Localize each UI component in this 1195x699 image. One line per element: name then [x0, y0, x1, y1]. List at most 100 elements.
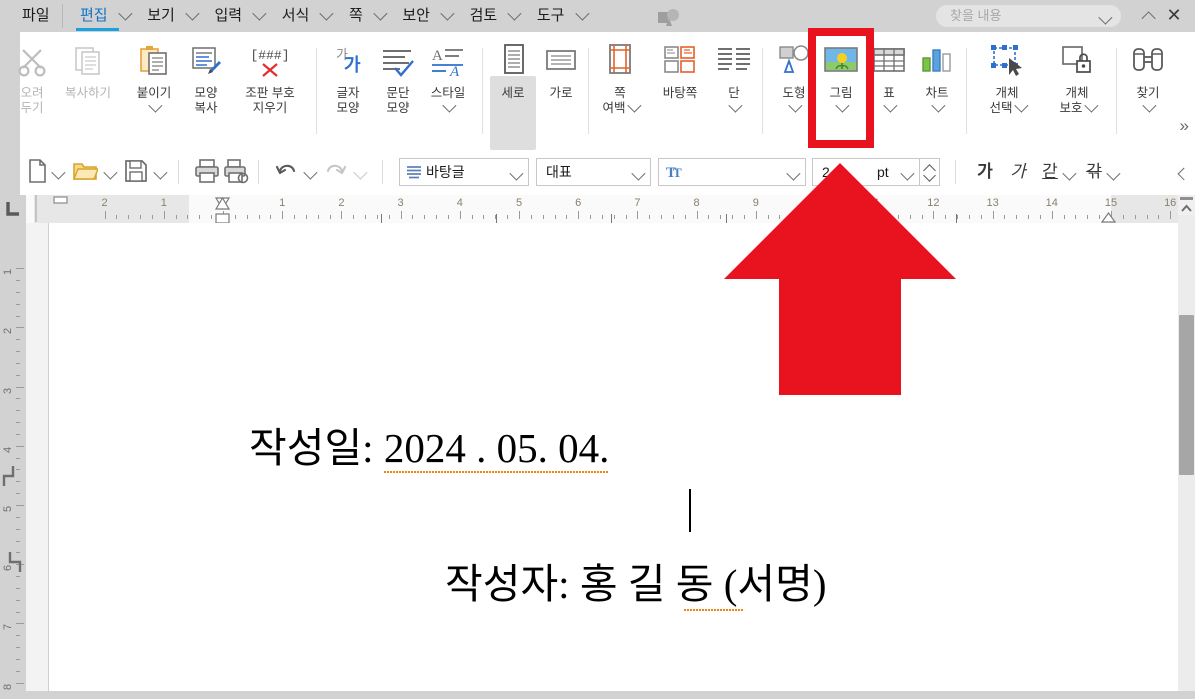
- font-size-combo[interactable]: 2 pt: [812, 158, 920, 186]
- chevron-down-icon[interactable]: [509, 166, 524, 185]
- object-protect-button[interactable]: 개체 보호: [1048, 38, 1106, 144]
- vertical-ruler-margin-markers[interactable]: [0, 223, 26, 699]
- ribbon-collapse-icon[interactable]: [1141, 9, 1156, 27]
- menu-item-view[interactable]: 보기: [139, 0, 202, 32]
- print-button[interactable]: [194, 158, 220, 186]
- page-margin-label: 쪽: [614, 86, 626, 100]
- font-TT-icon: T T: [666, 163, 684, 186]
- chevron-down-icon[interactable]: [708, 98, 760, 116]
- toolbar2-overflow-icon[interactable]: [1174, 167, 1191, 181]
- paragraph-style-combo[interactable]: 바탕글: [399, 158, 529, 186]
- ribbon-group-divider: [1116, 48, 1117, 134]
- open-file-caret[interactable]: [103, 165, 118, 194]
- chevron-down-icon[interactable]: [1124, 98, 1172, 116]
- undo-caret[interactable]: [303, 165, 318, 194]
- chevron-down-icon[interactable]: [768, 98, 820, 116]
- ribbon-group-divider: [966, 48, 967, 134]
- portrait-page-icon: [488, 42, 538, 82]
- font-size-stepper[interactable]: [920, 158, 940, 186]
- search-input[interactable]: 찾을 내용: [936, 5, 1121, 27]
- table-button[interactable]: 표: [863, 38, 915, 144]
- clear-marks-button[interactable]: [###] 조판 부호 지우기: [230, 38, 310, 144]
- document-page[interactable]: 작성일: 2024 . 05. 04. 작성자: 홍 길 동 (서명): [48, 223, 1178, 699]
- style-button[interactable]: A A 스타일: [422, 38, 474, 144]
- chevron-down-icon[interactable]: [863, 98, 915, 116]
- menu-item-input[interactable]: 입력: [206, 0, 269, 32]
- object-select-button[interactable]: 개체 선택: [978, 38, 1036, 144]
- scrollbar-track[interactable]: [1178, 215, 1195, 699]
- undo-button[interactable]: [274, 158, 298, 186]
- menu-item-review-label: 검토: [469, 7, 498, 24]
- vertical-scrollbar[interactable]: [1178, 195, 1195, 699]
- page-margin-button[interactable]: 쪽 여백: [594, 38, 646, 144]
- chevron-down-icon: [118, 0, 133, 32]
- chevron-down-icon[interactable]: [1013, 98, 1028, 116]
- open-file-button[interactable]: [72, 158, 100, 186]
- chevron-down-icon[interactable]: [786, 166, 801, 185]
- underline-button[interactable]: 갇: [1038, 159, 1062, 185]
- new-document-button[interactable]: [26, 158, 48, 186]
- bold-button[interactable]: 가: [972, 159, 998, 185]
- landscape-page-icon: [536, 42, 586, 82]
- horizontal-ruler[interactable]: 21012345678910111213141516: [26, 195, 1178, 224]
- menu-item-file[interactable]: 파일: [12, 0, 60, 32]
- cut-button[interactable]: 오려 두기: [6, 38, 58, 144]
- chevron-down-icon[interactable]: [900, 166, 915, 185]
- save-button[interactable]: [124, 158, 148, 186]
- ruler-indent-markers[interactable]: [26, 195, 1178, 223]
- hancom-office-window: 파일 편집 보기 입력 서식 쪽 보안 검토 도구 찾을 내용 ✕ 오려 두기 …: [0, 0, 1195, 699]
- char-shape-button[interactable]: 가 가 글자 모양: [322, 38, 374, 144]
- puzzle-piece-icon[interactable]: [658, 9, 680, 26]
- ribbon-overflow-icon[interactable]: »: [1180, 116, 1189, 136]
- picture-button[interactable]: 그림: [815, 38, 867, 144]
- font-size-value: 2: [822, 164, 830, 180]
- underline-caret[interactable]: [1062, 166, 1077, 195]
- document-canvas[interactable]: 작성일: 2024 . 05. 04. 작성자: 홍 길 동 (서명): [26, 223, 1178, 699]
- ruler-corner-tab-selector[interactable]: [0, 195, 26, 223]
- copy-button[interactable]: 복사하기: [62, 38, 114, 144]
- chevron-down-icon[interactable]: [911, 98, 963, 116]
- chevron-down-icon[interactable]: [128, 98, 180, 116]
- doc-line-author[interactable]: 작성자: 홍 길 동 (서명): [445, 550, 826, 612]
- redo-button[interactable]: [324, 158, 348, 186]
- strikethrough-button[interactable]: 갂: [1082, 159, 1106, 185]
- vertical-ruler[interactable]: 12345678: [0, 223, 26, 699]
- font-family-combo[interactable]: T T: [658, 158, 806, 186]
- orientation-portrait-button[interactable]: 세로: [488, 38, 538, 144]
- shape-button[interactable]: 도형: [768, 38, 820, 144]
- paragraph-shape-button[interactable]: 문단 모양: [372, 38, 424, 144]
- italic-button[interactable]: 가: [1005, 159, 1031, 185]
- chevron-down-icon[interactable]: [631, 166, 646, 185]
- svg-text:[###]: [###]: [250, 48, 289, 63]
- menu-item-page-label: 쪽: [348, 7, 363, 24]
- chevron-down-icon[interactable]: [1083, 98, 1098, 116]
- menu-item-format[interactable]: 서식: [274, 0, 337, 32]
- strikethrough-caret[interactable]: [1106, 166, 1121, 195]
- menu-item-edit[interactable]: 편집: [72, 0, 135, 32]
- menu-item-security[interactable]: 보안: [394, 0, 457, 32]
- master-page-button[interactable]: 바탕쪽: [648, 38, 712, 144]
- save-caret[interactable]: [153, 165, 168, 194]
- menu-item-page[interactable]: 쪽: [341, 0, 390, 32]
- paste-button[interactable]: 붙이기: [128, 38, 180, 144]
- chevron-down-icon[interactable]: [422, 98, 474, 116]
- menu-item-review[interactable]: 검토: [462, 0, 525, 32]
- chevron-down-icon[interactable]: [626, 98, 641, 116]
- print-preview-button[interactable]: [224, 158, 250, 186]
- scrollbar-thumb[interactable]: [1179, 315, 1194, 475]
- character-style-combo[interactable]: 대표: [536, 158, 651, 186]
- find-button[interactable]: 찾기: [1124, 38, 1172, 144]
- chevron-down-icon: [373, 0, 388, 32]
- chevron-down-icon[interactable]: [815, 98, 867, 116]
- new-document-caret[interactable]: [51, 165, 66, 194]
- columns-button[interactable]: 단: [708, 38, 760, 144]
- orientation-landscape-button[interactable]: 가로: [536, 38, 586, 144]
- chevron-down-icon[interactable]: [1098, 10, 1113, 29]
- format-copy-button[interactable]: 모양 복사: [180, 38, 232, 144]
- document-gutter: [26, 223, 48, 699]
- chart-button[interactable]: 차트: [911, 38, 963, 144]
- menu-item-tools[interactable]: 도구: [529, 0, 592, 32]
- doc-line-date[interactable]: 작성일: 2024 . 05. 04.: [249, 414, 610, 474]
- close-icon[interactable]: ✕: [1163, 3, 1185, 27]
- scrollbar-up-button[interactable]: [1178, 195, 1195, 215]
